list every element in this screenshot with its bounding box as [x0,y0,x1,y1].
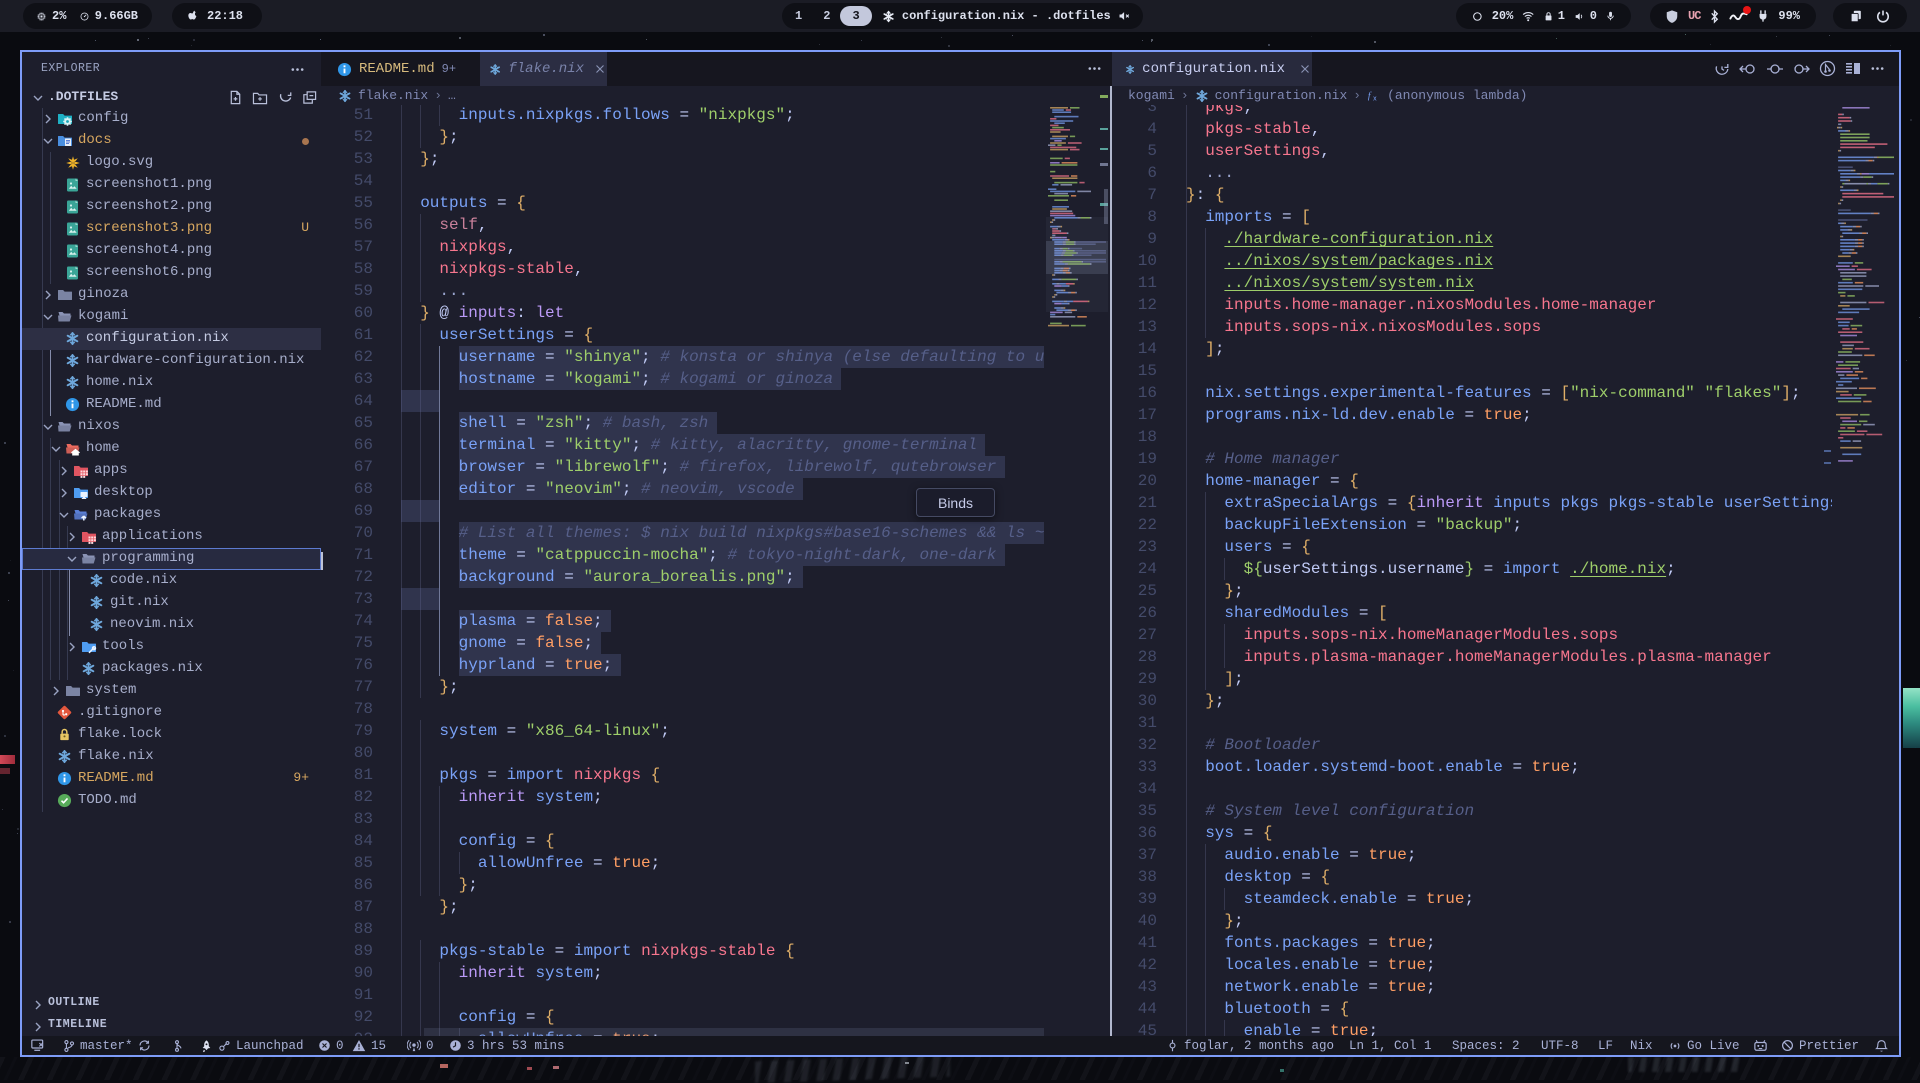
svg-text:f: f [1368,91,1372,102]
svg-text:x: x [1373,95,1377,102]
